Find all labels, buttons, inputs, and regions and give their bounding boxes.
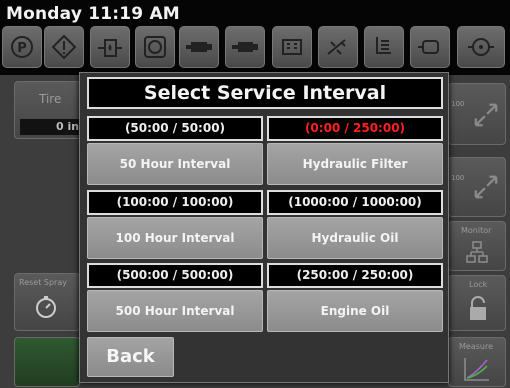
- stopwatch-icon: [36, 296, 56, 318]
- hydraulic-filter-button[interactable]: Hydraulic Filter: [267, 143, 443, 185]
- warning-icon[interactable]: [44, 26, 84, 68]
- tire-label: Tire: [39, 92, 62, 106]
- air-filter-icon[interactable]: [135, 26, 175, 68]
- engine-warning-icon[interactable]: [457, 26, 505, 68]
- gauge-value-1: 100: [451, 100, 465, 108]
- measure-button[interactable]: Measure: [448, 337, 506, 387]
- tire-value: 0 in: [20, 119, 82, 135]
- lock-label: Lock: [469, 280, 488, 289]
- interval-500-button[interactable]: 500 Hour Interval: [87, 290, 263, 332]
- engine-check-icon[interactable]: [410, 26, 450, 68]
- interval-50-button[interactable]: 50 Hour Interval: [87, 143, 263, 185]
- battery-charge-icon[interactable]: [272, 26, 312, 68]
- reset-spray-button[interactable]: Reset Spray: [14, 273, 80, 331]
- indicator-icon-row: P: [2, 26, 508, 70]
- interval-500-time: (500:00 / 500:00): [87, 263, 263, 288]
- hydraulic-filter-time: (0:00 / 250:00): [267, 116, 443, 141]
- bottom-left-tile[interactable]: [14, 337, 80, 387]
- expand-icon: [474, 103, 498, 127]
- chart-icon: [464, 358, 489, 381]
- lock-button[interactable]: Lock: [448, 275, 506, 331]
- dialog-title: Select Service Interval: [87, 77, 443, 109]
- interval-50-time: (50:00 / 50:00): [87, 116, 263, 141]
- engine-oil-button[interactable]: Engine Oil: [267, 290, 443, 332]
- interval-100-button[interactable]: 100 Hour Interval: [87, 217, 263, 259]
- lock-icon: [470, 296, 486, 320]
- parking-brake-icon[interactable]: P: [2, 26, 42, 68]
- hydraulic-oil-time: (1000:00 / 1000:00): [267, 190, 443, 215]
- network-icon: [466, 241, 488, 263]
- gauge-tile-2[interactable]: 100: [448, 157, 506, 217]
- engine-oil-pressure-icon[interactable]: [225, 26, 265, 68]
- expand-icon: [474, 175, 498, 199]
- clock: Monday 11:19 AM: [6, 4, 180, 24]
- monitor-button[interactable]: Monitor: [448, 221, 506, 271]
- monitor-label: Monitor: [461, 226, 492, 235]
- engine-oil-time: (250:00 / 250:00): [267, 263, 443, 288]
- gauge-tile-1[interactable]: 100: [448, 83, 506, 145]
- engine-temp-icon[interactable]: [179, 26, 219, 68]
- back-button[interactable]: Back: [87, 337, 174, 377]
- service-interval-dialog: Select Service Interval (50:00 / 50:00) …: [79, 72, 449, 383]
- transmission-icon[interactable]: [364, 26, 404, 68]
- fuel-filter-icon[interactable]: [90, 26, 130, 68]
- interval-100-time: (100:00 / 100:00): [87, 190, 263, 215]
- svg-text:P: P: [17, 41, 27, 56]
- gauge-value-2: 100: [451, 174, 465, 182]
- hydraulic-oil-button[interactable]: Hydraulic Oil: [267, 217, 443, 259]
- measure-label: Measure: [459, 342, 493, 351]
- top-status-bar: Monday 11:19 AM P: [0, 0, 510, 75]
- reset-spray-label: Reset Spray: [19, 278, 67, 287]
- hydraulic-temp-icon[interactable]: [318, 26, 358, 68]
